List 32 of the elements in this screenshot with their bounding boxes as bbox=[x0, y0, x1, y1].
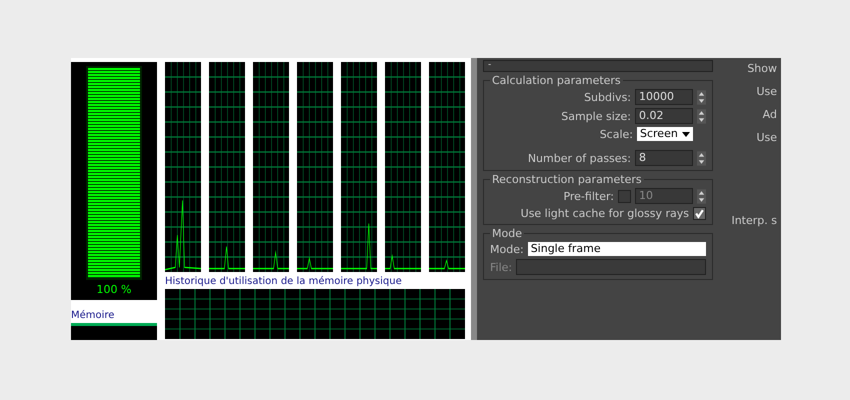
spinner-arrows-icon[interactable] bbox=[697, 108, 706, 124]
file-field[interactable] bbox=[516, 259, 706, 275]
mode-dropdown[interactable]: Single frame bbox=[528, 242, 706, 256]
spinner-field[interactable]: 0.02 bbox=[635, 108, 693, 124]
field-label: Mode: bbox=[490, 242, 524, 256]
memory-history-title: Historique d'utilisation de la mémoire physique bbox=[165, 276, 403, 287]
memory-label: Mémoire bbox=[71, 310, 116, 321]
glossy-checkbox[interactable] bbox=[693, 207, 706, 220]
field-label: Pre-filter: bbox=[563, 190, 614, 202]
option-label: Use bbox=[756, 85, 777, 98]
option-label: Ad bbox=[762, 108, 777, 121]
spinner-field[interactable]: 8 bbox=[635, 150, 693, 166]
spinner-arrows-icon[interactable] bbox=[697, 90, 706, 104]
spinner-field[interactable]: 10000 bbox=[635, 89, 693, 105]
caret-icon bbox=[682, 132, 690, 136]
group-title: Reconstruction parameters bbox=[491, 173, 643, 186]
spinner-arrows-icon[interactable] bbox=[697, 150, 706, 166]
group-title: Calculation parameters bbox=[491, 74, 622, 87]
field-label: Subdivs: bbox=[584, 90, 631, 104]
cpu-reading: 100 % bbox=[96, 282, 132, 296]
field-label: Number of passes: bbox=[528, 152, 631, 164]
scale-dropdown[interactable]: Screen bbox=[637, 127, 693, 141]
group-title: Mode bbox=[491, 227, 523, 240]
field-label: File: bbox=[490, 260, 512, 274]
option-label: Use bbox=[756, 131, 777, 144]
spinner-arrows-icon[interactable] bbox=[697, 188, 706, 204]
field-label: Scale: bbox=[600, 128, 633, 140]
field-label: Sample size: bbox=[561, 110, 631, 122]
field-label: Use light cache for glossy rays bbox=[520, 207, 689, 220]
rollout-bar[interactable]: - bbox=[483, 60, 713, 72]
option-label: Show bbox=[747, 62, 777, 75]
option-label: Interp. s bbox=[731, 214, 777, 227]
